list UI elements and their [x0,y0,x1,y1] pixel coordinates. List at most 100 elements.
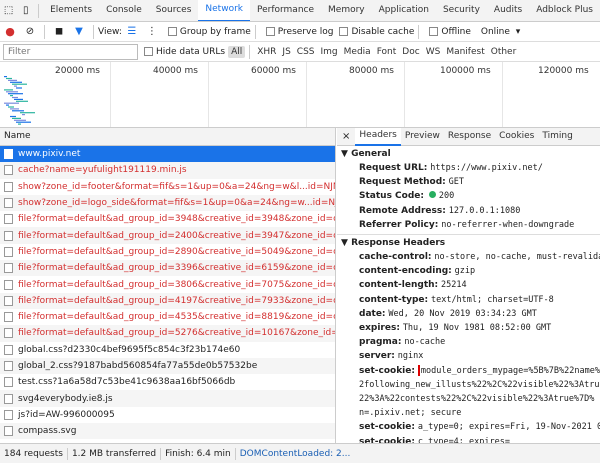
waterfall-bar [12,110,24,112]
request-row[interactable]: file?format=default&ad_group_id=5276&cre… [0,325,335,342]
preserve-log-checkbox[interactable] [265,27,275,36]
request-row[interactable]: js?id=AW-996000095 [0,407,335,423]
filter-manifest[interactable]: Manifest [443,47,487,57]
header-row: Request URL: https://www.pixiv.net/ [337,161,600,175]
hide-data-urls-label: Hide data URLs [156,46,226,57]
tab-timing[interactable]: Timing [538,128,576,145]
request-row[interactable]: file?format=default&ad_group_id=4197&cre… [0,292,335,309]
offline-checkbox[interactable] [429,27,439,36]
filter-icon[interactable]: ▼ [72,25,86,39]
request-row[interactable]: file?format=default&ad_group_id=2890&cre… [0,244,335,260]
request-row[interactable]: show?zone_id=logo_side&format=fif&s=1&up… [0,194,335,212]
hide-data-urls-checkbox[interactable] [144,47,153,56]
waterfall-bar [12,96,18,99]
header-row: Referrer Policy: no-referrer-when-downgr… [337,218,600,232]
tab-application[interactable]: Application [372,0,436,21]
tab-network[interactable]: Network [198,0,250,21]
clear-icon[interactable]: ⊘ [23,25,37,39]
record-icon[interactable]: ● [3,25,17,39]
tab-elements[interactable]: Elements [43,0,99,21]
group-by-frame-checkbox[interactable] [167,27,177,36]
filter-all[interactable]: All [228,45,246,58]
filter-xhr[interactable]: XHR [254,47,279,57]
request-row[interactable]: file?format=default&ad_group_id=3948&cre… [0,211,335,227]
request-name: show?zone_id=footer&format=fif&s=1&up=0&… [18,181,335,192]
header-row: n=.pixiv.net; secure [337,406,600,420]
waterfall-bar [10,95,13,97]
waterfall-bar [12,117,21,119]
throttle-select[interactable]: Online ▾ [481,27,520,37]
filter-ws[interactable]: WS [423,47,444,57]
filter-doc[interactable]: Doc [399,47,422,57]
tick-label: 120000 ms [538,66,589,76]
response-headers-list: cache-control: no-store, no-cache, must-… [337,250,600,443]
tab-response[interactable]: Response [444,128,495,145]
response-headers-section-header[interactable]: ▼ Response Headers [337,234,600,250]
disable-cache-checkbox[interactable] [339,27,349,36]
filter-js[interactable]: JS [279,47,293,57]
inspect-element-icon[interactable]: ⬚ [3,4,14,18]
offline-label: Offline [441,26,471,37]
request-row[interactable]: file?format=default&ad_group_id=3806&cre… [0,276,335,292]
request-row[interactable]: www.pixiv.net [0,146,335,163]
tab-performance[interactable]: Performance [250,0,321,21]
highlight-marker [417,364,420,376]
request-row[interactable]: test.css?1a6a58d7c53be41c9638aa16bf5066d… [0,374,335,390]
tab-audits[interactable]: Audits [487,0,529,21]
file-icon [4,328,13,339]
close-icon[interactable]: × [337,131,355,142]
header-row: 22%3A%22contests%22%2C%22visible%22%3Atr… [337,392,600,406]
header-key: Remote Address: [359,205,446,216]
request-count: 184 requests [4,448,63,459]
filter-font[interactable]: Font [374,47,400,57]
waterfall-bar [6,104,9,106]
file-icon [4,165,13,176]
group-by-frame-label: Group by frame [179,26,251,37]
status-bar: 184 requests 1.2 MB transferred Finish: … [0,443,600,463]
file-icon [4,344,13,355]
waterfall-bar [10,108,19,110]
device-toggle-icon[interactable]: ▯ [20,4,31,18]
large-rows-icon[interactable]: ☰ [125,25,139,39]
tab-cookies[interactable]: Cookies [495,128,538,145]
request-row[interactable]: file?format=default&ad_group_id=4535&cre… [0,309,335,325]
waterfall-icon[interactable]: ⋮ [145,25,159,39]
tab-adblock-plus[interactable]: Adblock Plus [529,0,600,21]
request-name: file?format=default&ad_group_id=4197&cre… [18,295,335,306]
filter-media[interactable]: Media [341,47,374,57]
filter-other[interactable]: Other [488,47,520,57]
request-row[interactable]: global_2.css?9187babd560854fa77a55de0b57… [0,357,335,375]
request-row[interactable]: cache?name=yufulight191119.min.js [0,162,335,179]
header-row: expires: Thu, 19 Nov 1981 08:52:00 GMT [337,321,600,335]
request-name: file?format=default&ad_group_id=4535&cre… [18,312,335,323]
triangle-down-icon: ▼ [341,149,352,159]
waterfall-bar [8,79,17,81]
header-value: 2following_new_illusts%22%2C%22visible%2… [359,379,600,390]
file-icon [4,409,13,420]
filter-input[interactable] [3,43,138,60]
disable-cache-label: Disable cache [351,26,415,37]
request-row[interactable]: file?format=default&ad_group_id=2400&cre… [0,227,335,244]
request-name: js?id=AW-996000095 [18,409,115,420]
request-row[interactable]: svg4everybody.ie8.js [0,390,335,407]
filter-css[interactable]: CSS [294,47,318,57]
request-row[interactable]: compass.svg [0,423,335,440]
general-section-header[interactable]: ▼ General [337,146,600,161]
tab-memory[interactable]: Memory [321,0,372,21]
name-column-header[interactable]: Name [0,128,336,146]
header-row: date: Wed, 20 Nov 2019 03:34:23 GMT [337,307,600,321]
camera-icon[interactable]: ◼ [52,25,66,39]
tab-sources[interactable]: Sources [149,0,199,21]
network-overview[interactable]: 20000 ms 40000 ms 60000 ms 80000 ms 1000… [0,62,600,128]
file-icon [4,198,13,209]
request-row[interactable]: show?zone_id=footer&format=fif&s=1&up=0&… [0,179,335,195]
tab-security[interactable]: Security [436,0,487,21]
tab-console[interactable]: Console [99,0,149,21]
filter-img[interactable]: Img [318,47,341,57]
waterfall-bar [10,115,16,118]
tab-headers[interactable]: Headers [355,128,401,146]
request-row[interactable]: file?format=default&ad_group_id=3396&cre… [0,260,335,277]
tab-preview[interactable]: Preview [401,128,444,145]
request-row[interactable]: global.css?d2330c4bef9695f5c854c3f23b174… [0,342,335,358]
header-value: Wed, 20 Nov 2019 03:34:23 GMT [388,308,537,319]
